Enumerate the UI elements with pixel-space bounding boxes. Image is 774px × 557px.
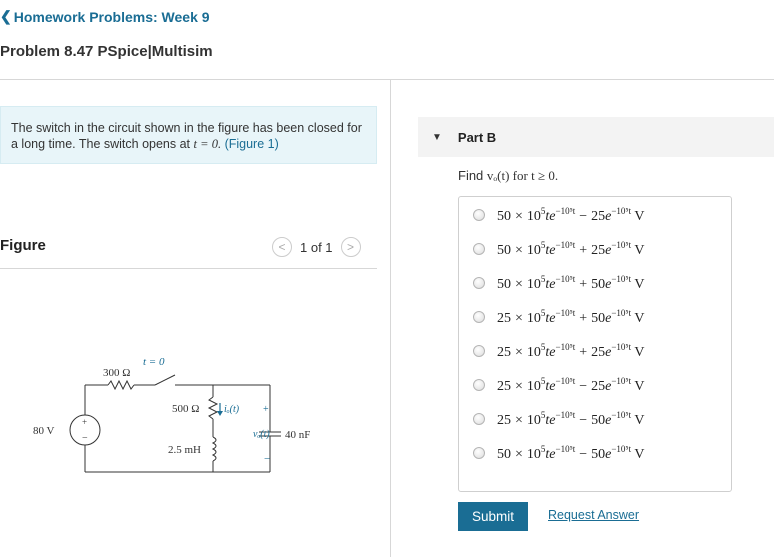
answer-choice[interactable]: 50 × 105te−10⁵t +50e−10⁵t V (473, 273, 644, 293)
pager-count: 1 of 1 (300, 239, 333, 255)
choice-expression: 25 × 105te−10⁵t +50e−10⁵t V (497, 307, 645, 326)
part-label: Part B (457, 129, 497, 145)
prev-figure-button[interactable]: < (272, 237, 292, 257)
problem-prompt: The switch in the circuit shown in the f… (0, 106, 377, 164)
collapse-triangle-icon: ▼ (432, 131, 442, 143)
radio-button[interactable] (473, 379, 485, 391)
prompt-math: t = 0. (193, 137, 222, 151)
figure-heading: Figure (0, 237, 46, 254)
r2-label: 500 Ω (172, 403, 199, 415)
submit-button[interactable]: Submit (458, 502, 528, 531)
voltage-plus-label: + (263, 404, 269, 415)
radio-button[interactable] (473, 243, 485, 255)
source-label: 80 V (33, 425, 55, 437)
choice-expression: 50 × 105te−10⁵t +50e−10⁵t V (497, 273, 645, 292)
answer-choices: 50 × 105te−10⁵t −25e−10⁵t V 50 × 105te−10⁵t +25… (458, 196, 732, 492)
radio-button[interactable] (473, 345, 485, 357)
radio-button[interactable] (473, 447, 485, 459)
answer-choice[interactable]: 25 × 105te−10⁵t −25e−10⁵t V (473, 375, 644, 395)
problem-title: Problem 8.47 PSpice|Multisim (0, 43, 213, 60)
answer-choice[interactable]: 50 × 105te−10⁵t −50e−10⁵t V (473, 443, 644, 463)
question-prefix: Find (458, 168, 484, 183)
figure-pager: < 1 of 1 > (272, 237, 361, 257)
prompt-text: The switch in the circuit shown in the f… (11, 121, 362, 151)
choice-expression: 50 × 105te−10⁵t −50e−10⁵t V (497, 443, 645, 462)
back-link-label: Homework Problems: Week 9 (13, 8, 210, 25)
inductor-label: 2.5 mH (168, 444, 201, 456)
capacitor-label: 40 nF (285, 429, 310, 441)
next-figure-button[interactable]: > (340, 237, 361, 257)
choice-expression: 25 × 105te−10⁵t −25e−10⁵t V (497, 375, 645, 394)
resistor-500-symbol (207, 396, 219, 420)
radio-button[interactable] (473, 277, 485, 289)
answer-choice[interactable]: 25 × 105te−10⁵t −50e−10⁵t V (473, 409, 644, 429)
part-question: Find vₒ(t) for t ≥ 0. (458, 168, 558, 184)
resistor-300-symbol (107, 379, 135, 391)
request-answer-link[interactable]: Request Answer (548, 508, 639, 522)
answer-choice[interactable]: 25 × 105te−10⁵t +25e−10⁵t V (473, 341, 644, 361)
circuit-diagram: + − 80 V 300 Ω t = 0 500 Ω iₒ(t) 2.5 mH … (33, 356, 310, 473)
choice-expression: 25 × 105te−10⁵t −50e−10⁵t V (497, 409, 645, 428)
r1-label: 300 Ω (103, 367, 130, 379)
part-b-header[interactable]: ▼ Part B (418, 117, 774, 157)
current-label: iₒ(t) (224, 404, 240, 415)
switch-label: t = 0 (143, 356, 165, 368)
radio-button[interactable] (473, 209, 485, 221)
radio-button[interactable] (473, 413, 485, 425)
back-link[interactable]: ❮ Homework Problems: Week 9 (0, 8, 210, 25)
right-panel: ▼ Part B Find vₒ(t) for t ≥ 0. 50 × 105te−… (391, 80, 774, 557)
answer-choice[interactable]: 25 × 105te−10⁵t +50e−10⁵t V (473, 307, 644, 327)
choice-expression: 50 × 105te−10⁵t +25e−10⁵t V (497, 239, 645, 258)
svg-text:+: + (82, 417, 87, 427)
inductor-symbol (211, 436, 217, 462)
question-math: vₒ(t) for t ≥ 0. (486, 168, 559, 183)
answer-choice[interactable]: 50 × 105te−10⁵t −25e−10⁵t V (473, 205, 644, 225)
left-panel: The switch in the circuit shown in the f… (0, 80, 390, 557)
svg-text:−: − (82, 433, 88, 444)
voltage-minus-label: − (264, 453, 270, 465)
voltage-label: vₒ(t) (253, 429, 270, 440)
answer-choice[interactable]: 50 × 105te−10⁵t +25e−10⁵t V (473, 239, 644, 259)
radio-button[interactable] (473, 311, 485, 323)
choice-expression: 25 × 105te−10⁵t +25e−10⁵t V (497, 341, 645, 360)
chevron-left-icon: ❮ (0, 8, 12, 24)
choice-expression: 50 × 105te−10⁵t −25e−10⁵t V (497, 205, 645, 224)
figure-divider (0, 268, 377, 269)
figure-link[interactable]: (Figure 1) (225, 137, 279, 151)
